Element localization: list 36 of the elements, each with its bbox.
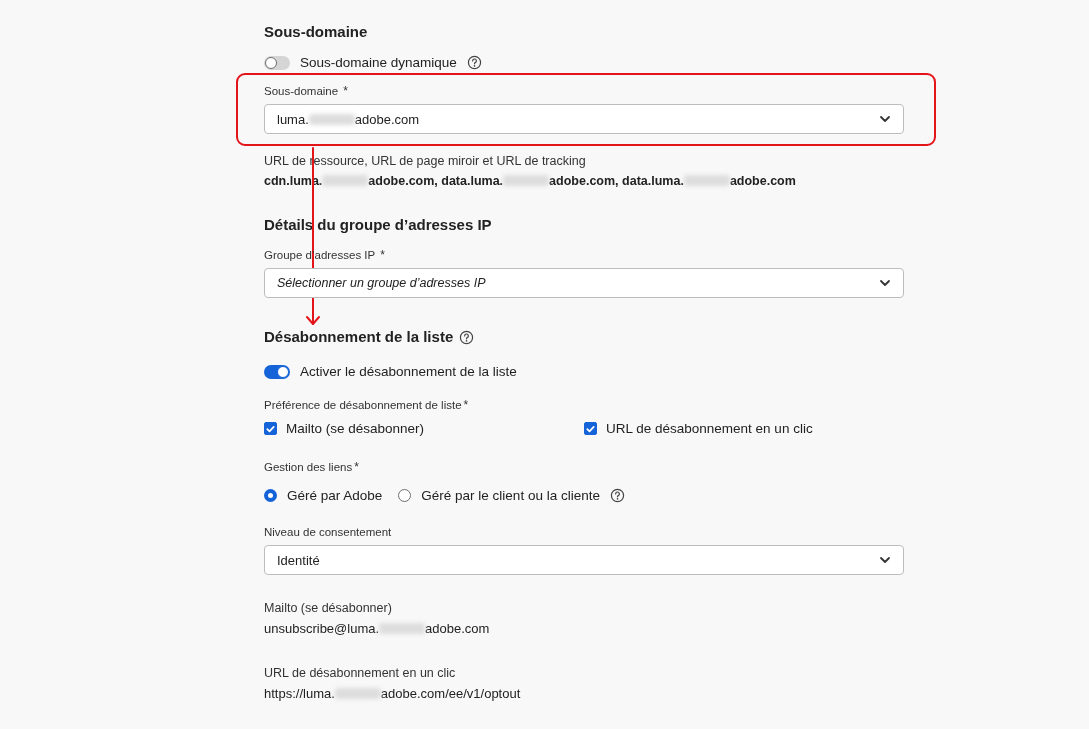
chevron-down-icon — [879, 277, 891, 289]
unsubscribe-url: https://luma. adobe.com/ee/v1/optout — [264, 686, 522, 701]
radio-button[interactable] — [398, 489, 412, 502]
chevron-down-icon — [879, 554, 891, 566]
checkbox-label: URL de désabonnement en un clic — [606, 421, 813, 436]
info-label: Mailto (se désabonner) — [264, 601, 393, 615]
required-mark: * — [380, 248, 385, 262]
radio-button[interactable] — [264, 489, 277, 502]
required-mark: * — [343, 84, 348, 98]
checkbox[interactable] — [264, 422, 277, 435]
help-icon[interactable] — [609, 488, 625, 503]
field-label: Sous-domaine — [264, 84, 339, 98]
field-label: Préférence de désabonnement de liste — [264, 398, 462, 412]
consent-dropdown[interactable]: Identité — [264, 545, 904, 575]
section-heading: Détails du groupe d’adresses IP — [264, 216, 493, 234]
subdomain-dropdown[interactable]: luma. adobe.com — [264, 104, 904, 134]
checkbox[interactable] — [584, 422, 597, 435]
radio-label: Géré par Adobe — [287, 488, 383, 503]
field-label: Gestion des liens — [264, 460, 353, 474]
radio-label: Géré par le client ou la cliente — [421, 488, 600, 503]
required-mark: * — [354, 460, 359, 474]
field-label: Niveau de consentement — [264, 525, 392, 539]
help-icon[interactable] — [466, 55, 482, 70]
mailto-address: unsubscribe@luma. adobe.com — [264, 621, 491, 636]
required-mark: * — [463, 398, 469, 412]
chevron-down-icon — [879, 113, 891, 125]
toggle-label: Sous-domaine dynamique — [300, 55, 457, 70]
help-icon[interactable] — [459, 329, 475, 345]
toggle-label: Activer le désabonnement de la liste — [300, 364, 517, 379]
section-heading: Sous-domaine — [264, 23, 369, 41]
checkbox-label: Mailto (se désabonner) — [286, 421, 425, 436]
toggle-switch[interactable] — [264, 364, 290, 379]
toggle-switch[interactable] — [264, 55, 290, 70]
section-heading: Désabonnement de la liste — [264, 328, 454, 346]
ip-group-dropdown[interactable]: Sélectionner un groupe d’adresses IP — [264, 268, 904, 298]
info-label: URL de désabonnement en un clic — [264, 666, 457, 680]
